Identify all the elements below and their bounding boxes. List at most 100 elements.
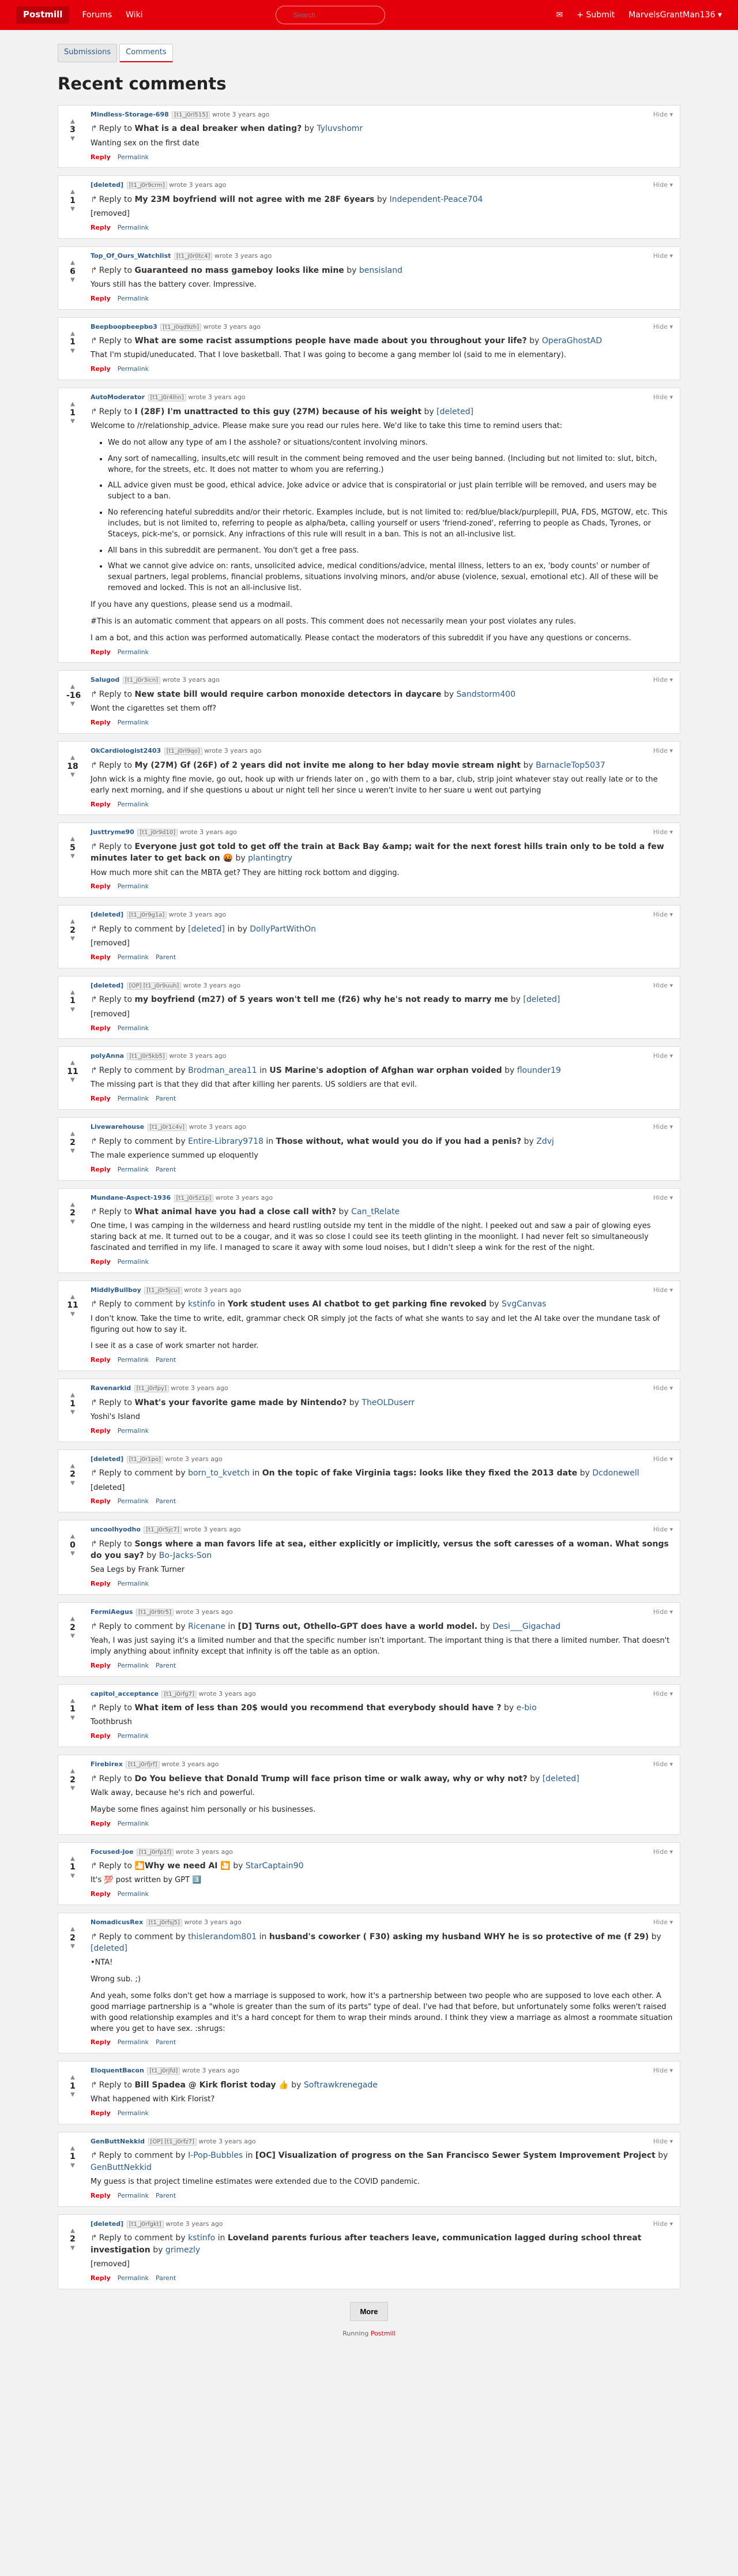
- downvote-icon[interactable]: ▼: [66, 1785, 79, 1793]
- thread-author-link[interactable]: Softrawkrenegade: [304, 2081, 378, 2090]
- thread-title-link[interactable]: Everyone just got told to get off the tr…: [91, 842, 664, 863]
- thread-author-link[interactable]: Sandstorm400: [457, 690, 515, 699]
- upvote-icon[interactable]: ▲: [66, 1294, 79, 1301]
- upvote-icon[interactable]: ▲: [66, 1201, 79, 1209]
- mail-icon[interactable]: ✉: [556, 9, 563, 21]
- thread-title-link[interactable]: my boyfriend (m27) of 5 years won't tell…: [134, 995, 508, 1004]
- thread-title-link[interactable]: What's your favorite game made by Ninten…: [134, 1398, 347, 1407]
- thread-title-link[interactable]: [OC] Visualization of progress on the Sa…: [255, 2151, 656, 2160]
- permalink-link[interactable]: Permalink: [118, 153, 149, 162]
- thread-author-link[interactable]: TheOLDuserr: [362, 1398, 415, 1407]
- upvote-icon[interactable]: ▲: [66, 1131, 79, 1138]
- thread-author-link[interactable]: Bo-Jacks-Son: [159, 1551, 212, 1560]
- thread-author-link[interactable]: Zdvj: [536, 1137, 554, 1146]
- comment-user-link[interactable]: Mindless-Storage-698: [91, 111, 169, 118]
- thread-title-link[interactable]: What item of less than 20$ would you rec…: [134, 1703, 501, 1713]
- reply-link[interactable]: Reply: [91, 1732, 111, 1741]
- comment-author-link[interactable]: Entire-Library9718: [188, 1137, 263, 1146]
- permalink-link[interactable]: Permalink: [118, 365, 149, 374]
- comment-user-link[interactable]: Firebirex: [91, 1760, 123, 1768]
- permalink-link[interactable]: Permalink: [118, 1257, 149, 1267]
- permalink-link[interactable]: Permalink: [118, 1732, 149, 1741]
- thread-title-link[interactable]: Guaranteed no mass gameboy looks like mi…: [134, 266, 344, 275]
- thread-author-link[interactable]: Tyluvshomr: [317, 124, 363, 133]
- downvote-icon[interactable]: ▼: [66, 418, 79, 426]
- upvote-icon[interactable]: ▲: [66, 684, 79, 691]
- comment-user-link[interactable]: [deleted]: [91, 982, 123, 989]
- footer-link[interactable]: Postmill: [371, 2330, 396, 2337]
- thread-title-link[interactable]: I (28F) I'm unattracted to this guy (27M…: [134, 407, 421, 416]
- reply-link[interactable]: Reply: [91, 1661, 111, 1670]
- reply-link[interactable]: Reply: [91, 1024, 111, 1033]
- upvote-icon[interactable]: ▲: [66, 401, 79, 408]
- comment-user-link[interactable]: capitol_acceptance: [91, 1690, 159, 1698]
- search-input[interactable]: [276, 6, 385, 24]
- thread-title-link[interactable]: [D] Turns out, Othello-GPT does have a w…: [238, 1622, 478, 1631]
- tab-comments[interactable]: Comments: [119, 44, 173, 62]
- upvote-icon[interactable]: ▲: [66, 331, 79, 338]
- thread-author-link[interactable]: DollyPartWithOn: [250, 925, 316, 934]
- upvote-icon[interactable]: ▲: [66, 918, 79, 926]
- downvote-icon[interactable]: ▼: [66, 1007, 79, 1014]
- downvote-icon[interactable]: ▼: [66, 1311, 79, 1319]
- thread-author-link[interactable]: BarnacleTop5037: [536, 761, 605, 770]
- comment-user-link[interactable]: OkCardiologist2403: [91, 747, 161, 754]
- thread-author-link[interactable]: e-bio: [517, 1703, 537, 1713]
- hide-button[interactable]: Hide ▾: [653, 1525, 673, 1534]
- comment-user-link[interactable]: Mundane-Aspect-1936: [91, 1194, 171, 1201]
- downvote-icon[interactable]: ▼: [66, 701, 79, 708]
- thread-title-link[interactable]: What animal have you had a close call wi…: [134, 1207, 336, 1216]
- reply-link[interactable]: Reply: [91, 1890, 111, 1899]
- permalink-link[interactable]: Permalink: [118, 223, 149, 232]
- downvote-icon[interactable]: ▼: [66, 1873, 79, 1880]
- more-button[interactable]: More: [350, 2301, 388, 2321]
- hide-button[interactable]: Hide ▾: [653, 1286, 673, 1295]
- reply-link[interactable]: Reply: [91, 2109, 111, 2118]
- comment-user-link[interactable]: AutoModerator: [91, 393, 145, 401]
- upvote-icon[interactable]: ▲: [66, 1463, 79, 1470]
- hide-button[interactable]: Hide ▾: [653, 1122, 673, 1132]
- comment-author-link[interactable]: kstinfo: [188, 2233, 215, 2243]
- comment-author-link[interactable]: kstinfo: [188, 1300, 215, 1309]
- downvote-icon[interactable]: ▼: [66, 2245, 79, 2252]
- permalink-link[interactable]: Permalink: [118, 1165, 149, 1174]
- parent-link[interactable]: Parent: [156, 2038, 176, 2047]
- hide-button[interactable]: Hide ▾: [653, 1847, 673, 1857]
- reply-link[interactable]: Reply: [91, 1094, 111, 1103]
- downvote-icon[interactable]: ▼: [66, 1715, 79, 1722]
- reply-link[interactable]: Reply: [91, 1257, 111, 1267]
- thread-title-link[interactable]: Those without, what would you do if you …: [276, 1137, 522, 1146]
- permalink-link[interactable]: Permalink: [118, 2191, 149, 2201]
- thread-author-link[interactable]: Desi___Gigachad: [492, 1622, 560, 1631]
- reply-link[interactable]: Reply: [91, 2191, 111, 2201]
- reply-link[interactable]: Reply: [91, 648, 111, 657]
- hide-button[interactable]: Hide ▾: [653, 1052, 673, 1061]
- thread-title-link[interactable]: What are some racist assumptions people …: [134, 336, 526, 346]
- thread-author-link[interactable]: StarCaptain90: [246, 1861, 304, 1871]
- parent-link[interactable]: Parent: [156, 2191, 176, 2201]
- comment-user-link[interactable]: Beepboopbeepbo3: [91, 323, 157, 331]
- hide-button[interactable]: Hide ▾: [653, 110, 673, 119]
- upvote-icon[interactable]: ▲: [66, 1768, 79, 1775]
- parent-link[interactable]: Parent: [156, 953, 176, 962]
- downvote-icon[interactable]: ▼: [66, 853, 79, 861]
- comment-user-link[interactable]: [deleted]: [91, 2220, 123, 2228]
- reply-link[interactable]: Reply: [91, 953, 111, 962]
- thread-title-link[interactable]: Bill Spadea @ Kirk florist today 👍: [134, 2081, 288, 2090]
- hide-button[interactable]: Hide ▾: [653, 393, 673, 402]
- reply-link[interactable]: Reply: [91, 1355, 111, 1365]
- upvote-icon[interactable]: ▲: [66, 1533, 79, 1541]
- comment-user-link[interactable]: Salugod: [91, 676, 119, 684]
- reply-link[interactable]: Reply: [91, 1497, 111, 1506]
- comment-user-link[interactable]: Justtryme90: [91, 828, 134, 836]
- downvote-icon[interactable]: ▼: [66, 1219, 79, 1226]
- permalink-link[interactable]: Permalink: [118, 1579, 149, 1589]
- upvote-icon[interactable]: ▲: [66, 189, 79, 196]
- hide-button[interactable]: Hide ▾: [653, 1455, 673, 1464]
- comment-author-link[interactable]: Ricenane: [188, 1622, 225, 1631]
- downvote-icon[interactable]: ▼: [66, 2162, 79, 2170]
- reply-link[interactable]: Reply: [91, 882, 111, 891]
- downvote-icon[interactable]: ▼: [66, 1480, 79, 1488]
- permalink-link[interactable]: Permalink: [118, 953, 149, 962]
- upvote-icon[interactable]: ▲: [66, 754, 79, 762]
